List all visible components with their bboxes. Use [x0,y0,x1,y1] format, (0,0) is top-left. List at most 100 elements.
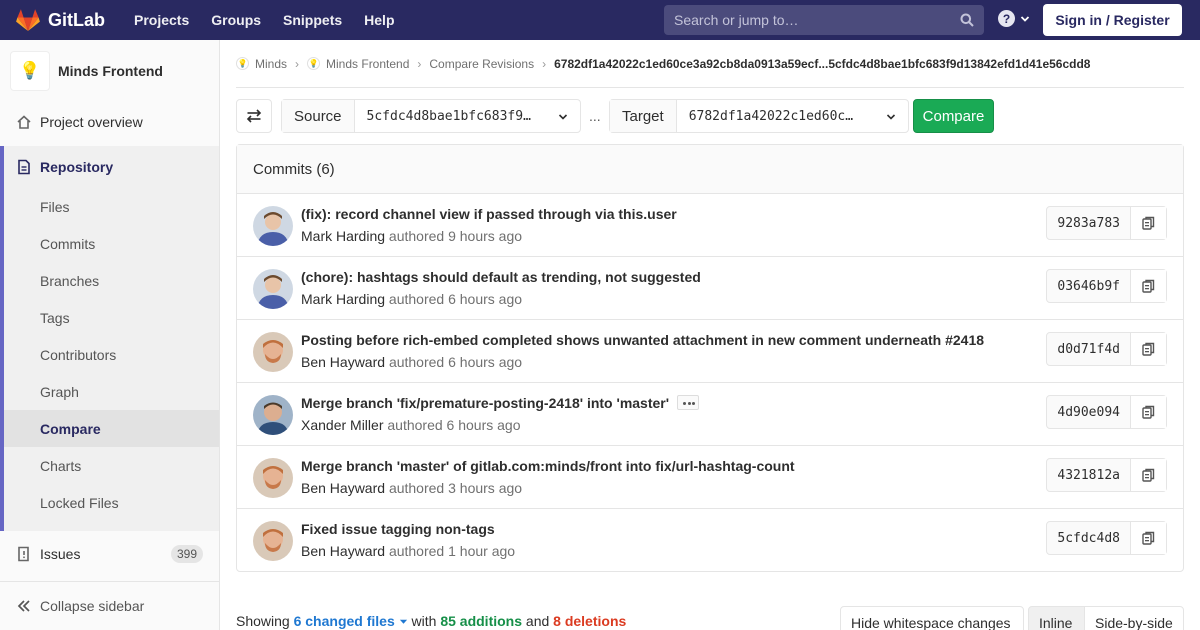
commit-author[interactable]: Ben Hayward [301,543,385,559]
copy-sha-button[interactable] [1131,396,1166,428]
breadcrumb-label: Minds [255,56,288,71]
lightbulb-icon: 💡 [307,57,321,70]
commit-title[interactable]: Fixed issue tagging non-tags [301,521,495,537]
nav-help[interactable]: Help [353,0,405,40]
avatar[interactable] [253,395,293,435]
copy-sha-button[interactable] [1131,522,1166,554]
sidebar-item-commits[interactable]: Commits [4,225,219,262]
commits-panel: Commits (6) (fix): record channel view i… [236,144,1184,572]
nav-projects[interactable]: Projects [123,0,200,40]
commit-title[interactable]: Merge branch 'fix/premature-posting-2418… [301,394,700,412]
commit-title[interactable]: Posting before rich-embed completed show… [301,332,984,348]
help-dropdown[interactable]: ? [998,10,1030,27]
project-name: Minds Frontend [58,63,163,79]
commit-title-text: Merge branch 'fix/premature-posting-2418… [301,395,670,411]
avatar[interactable] [253,521,293,561]
commit-sha-button[interactable]: d0d71f4d [1047,333,1131,365]
sidebar-item-charts[interactable]: Charts [4,447,219,484]
commit-author[interactable]: Mark Harding [301,291,385,307]
commit-sha-button[interactable]: 4321812a [1047,459,1131,491]
copy-sha-button[interactable] [1131,459,1166,491]
commit-title[interactable]: (fix): record channel view if passed thr… [301,206,677,222]
commit-sha-button[interactable]: 5cfdc4d8 [1047,522,1131,554]
sidebar-item-repository[interactable]: Repository [4,146,219,188]
commit-row: Fixed issue tagging non-tags Ben Hayward … [237,509,1183,572]
commit-authored-label: authored [388,291,445,307]
issues-icon [16,546,32,562]
hide-whitespace-button[interactable]: Hide whitespace changes [840,606,1024,630]
breadcrumb-minds[interactable]: 💡 Minds [236,57,287,71]
commit-authored-label: authored [388,354,445,370]
chevron-down-icon [886,114,896,120]
deletions-count: 8 deletions [553,613,627,629]
gitlab-home-link[interactable]: GitLab [0,0,105,40]
commit-author[interactable]: Xander Miller [301,417,383,433]
commit-time: 6 hours ago [446,417,521,433]
commit-author[interactable]: Ben Hayward [301,480,385,496]
search-icon [960,13,974,27]
source-ref-dropdown[interactable]: 5cfdc4d8bae1bfc683f9… [355,100,580,132]
sidebar-item-files[interactable]: Files [4,188,219,225]
target-ref-dropdown[interactable]: 6782df1a42022c1ed60c… [677,100,908,132]
commit-time: 3 hours ago [448,480,523,496]
sidebar-item-branches[interactable]: Branches [4,262,219,299]
commit-title[interactable]: (chore): hashtags should default as tren… [301,269,701,285]
copy-sha-button[interactable] [1131,270,1166,302]
chevron-down-icon [1020,15,1030,22]
changed-files-dropdown[interactable]: 6 changed files [294,613,408,629]
breadcrumb-compare-revisions[interactable]: Compare Revisions [429,57,534,71]
commit-title[interactable]: Merge branch 'master' of gitlab.com:mind… [301,458,795,474]
sidebar-item-compare[interactable]: Compare [4,410,219,447]
sidebar-item-issues[interactable]: Issues 399 [0,535,219,572]
sidebar-item-label: Issues [40,545,81,562]
commit-sha-group: 4321812a [1046,458,1167,492]
breadcrumb-minds-frontend[interactable]: 💡 Minds Frontend [307,57,409,71]
commit-sha-button[interactable]: 4d90e094 [1047,396,1131,428]
inline-view-button[interactable]: Inline [1028,606,1085,630]
side-by-side-view-button[interactable]: Side-by-side [1084,606,1184,630]
commit-row: Merge branch 'master' of gitlab.com:mind… [237,446,1183,509]
breadcrumb-current-revision[interactable]: 6782df1a42022c1ed60ce3a92cb8da0913a59ecf… [554,57,1090,71]
project-sidebar: 💡 Minds Frontend Project overview Reposi… [0,40,220,630]
commit-sha-button[interactable]: 03646b9f [1047,270,1131,302]
brand-name: GitLab [48,9,105,30]
commit-title-text: Fixed issue tagging non-tags [301,521,495,537]
commit-sha-group: 9283a783 [1046,206,1167,240]
sidebar-item-tags[interactable]: Tags [4,299,219,336]
commit-authored-label: authored [388,480,445,496]
help-icon: ? [998,10,1015,27]
commits-header: Commits (6) [237,145,1183,194]
nav-snippets[interactable]: Snippets [272,0,353,40]
chevron-right-icon: › [542,56,547,71]
collapse-sidebar-button[interactable]: Collapse sidebar [0,581,219,630]
commit-sha-group: 03646b9f [1046,269,1167,303]
sidebar-item-project-overview[interactable]: Project overview [0,103,219,140]
project-header[interactable]: 💡 Minds Frontend [0,40,219,102]
commit-author[interactable]: Ben Hayward [301,354,385,370]
sign-in-register-button[interactable]: Sign in / Register [1043,4,1182,36]
commit-meta: Xander Miller authored 6 hours ago [301,417,521,433]
commit-title-text: (fix): record channel view if passed thr… [301,206,677,222]
copy-sha-button[interactable] [1131,207,1166,239]
copy-sha-button[interactable] [1131,333,1166,365]
sidebar-item-contributors[interactable]: Contributors [4,336,219,373]
avatar[interactable] [253,206,293,246]
search-input[interactable] [674,12,954,28]
avatar[interactable] [253,332,293,372]
nav-groups[interactable]: Groups [200,0,272,40]
avatar[interactable] [253,458,293,498]
target-ref-group: Target 6782df1a42022c1ed60c… [609,99,909,133]
compare-button[interactable]: Compare [913,99,994,133]
clipboard-icon [1142,468,1155,482]
toggle-commit-description-button[interactable] [677,394,700,410]
additions-count: 85 additions [440,613,523,629]
commit-author[interactable]: Mark Harding [301,228,385,244]
commit-sha-button[interactable]: 9283a783 [1047,207,1131,239]
sidebar-item-graph[interactable]: Graph [4,373,219,410]
swap-revisions-button[interactable] [236,99,272,133]
breadcrumb-label: Minds Frontend [326,56,410,71]
sidebar-repository-section: Repository Files Commits Branches Tags C… [0,146,219,531]
issues-count-badge: 399 [170,544,203,563]
sidebar-item-locked-files[interactable]: Locked Files [4,484,219,521]
avatar[interactable] [253,269,293,309]
